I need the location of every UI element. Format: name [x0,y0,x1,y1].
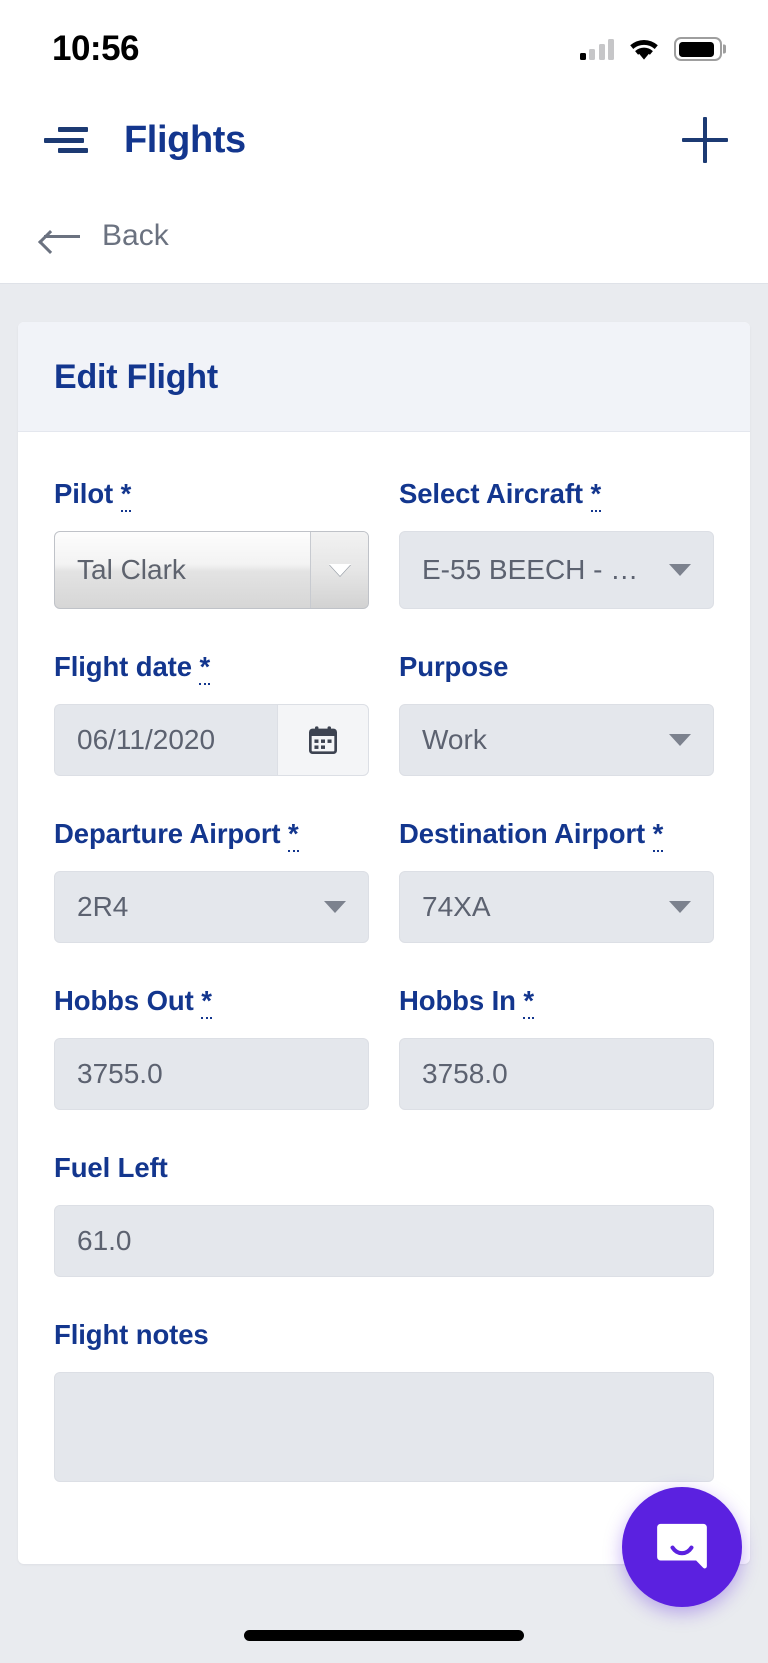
flight-date-control: 06/11/2020 [54,704,369,776]
fuel-left-input[interactable]: 61.0 [54,1205,714,1277]
purpose-label-text: Purpose [399,651,509,682]
field-group-departure-airport: Departure Airport * 2R4 [54,818,369,943]
field-group-hobbs-in: Hobbs In * 3758.0 [399,985,714,1110]
field-group-fuel-left: Fuel Left 61.0 [54,1152,714,1277]
cellular-signal-icon [579,38,614,60]
card-title: Edit Flight [54,358,218,396]
chevron-down-icon [669,734,691,746]
chat-launcher-button[interactable] [622,1487,742,1607]
pilot-select[interactable]: Tal Clark [54,531,369,609]
departure-airport-select[interactable]: 2R4 [54,871,369,943]
status-bar-icons [579,37,722,62]
hobbs-in-required-marker: * [523,985,534,1019]
aircraft-label-text: Select Aircraft [399,478,583,509]
fuel-left-label: Fuel Left [54,1152,714,1184]
field-group-hobbs-out: Hobbs Out * 3755.0 [54,985,369,1110]
form-row-fuel-left: Fuel Left 61.0 [54,1152,714,1277]
destination-airport-required-marker: * [652,818,663,852]
form-row-flight-notes: Flight notes [54,1319,714,1482]
home-indicator [244,1630,524,1641]
calendar-picker-button[interactable] [277,704,369,776]
departure-airport-required-marker: * [288,818,299,852]
fuel-left-label-text: Fuel Left [54,1152,168,1183]
destination-airport-select[interactable]: 74XA [399,871,714,943]
app-screen: 10:56 Flights Back Edit Flight Pilot * T… [0,0,768,1663]
edit-flight-form: Pilot * Tal Clark Select Aircraft * E-55… [18,432,750,1564]
hobbs-in-input[interactable]: 3758.0 [399,1038,714,1110]
hobbs-out-label: Hobbs Out * [54,985,369,1019]
hobbs-out-input[interactable]: 3755.0 [54,1038,369,1110]
flight-date-label: Flight date * [54,651,369,685]
hamburger-menu-icon[interactable] [44,123,88,157]
form-row-hobbs: Hobbs Out * 3755.0 Hobbs In * 3758.0 [54,985,714,1110]
chevron-down-icon [669,901,691,913]
edit-flight-card: Edit Flight Pilot * Tal Clark Select Air… [18,322,750,1564]
page-title: Flights [124,118,246,161]
pilot-label: Pilot * [54,478,369,512]
page-content: Edit Flight Pilot * Tal Clark Select Air… [0,284,768,1564]
hobbs-in-label: Hobbs In * [399,985,714,1019]
back-button-label: Back [102,218,169,252]
battery-full-icon [674,37,722,61]
flight-date-input[interactable]: 06/11/2020 [54,704,277,776]
field-group-flight-date: Flight date * 06/11/2020 [54,651,369,776]
form-row-airports: Departure Airport * 2R4 Destination Airp… [54,818,714,943]
departure-airport-label-text: Departure Airport [54,818,281,849]
back-bar: Back [0,188,768,284]
status-bar-time: 10:56 [52,28,140,68]
hobbs-out-required-marker: * [201,985,212,1019]
field-group-aircraft: Select Aircraft * E-55 BEECH - N3... [399,478,714,609]
hobbs-out-label-text: Hobbs Out [54,985,194,1016]
aircraft-required-marker: * [590,478,601,512]
hobbs-in-value: 3758.0 [422,1058,508,1089]
chevron-down-icon [324,901,346,913]
hobbs-in-label-text: Hobbs In [399,985,516,1016]
fuel-left-value: 61.0 [77,1225,132,1256]
flight-notes-textarea[interactable] [54,1372,714,1482]
hobbs-out-value: 3755.0 [77,1058,163,1089]
chevron-down-icon [669,564,691,576]
chevron-down-icon [310,532,368,608]
field-group-pilot: Pilot * Tal Clark [54,478,369,609]
aircraft-label: Select Aircraft * [399,478,714,512]
field-group-purpose: Purpose Work [399,651,714,776]
pilot-select-value: Tal Clark [77,554,186,585]
back-button[interactable]: Back [44,219,169,253]
destination-airport-label-text: Destination Airport [399,818,646,849]
flight-notes-label-text: Flight notes [54,1319,209,1350]
aircraft-select[interactable]: E-55 BEECH - N3... [399,531,714,609]
departure-airport-label: Departure Airport * [54,818,369,852]
app-bar: Flights [0,92,768,188]
form-row-pilot-aircraft: Pilot * Tal Clark Select Aircraft * E-55… [54,478,714,609]
arrow-left-icon [44,227,80,245]
status-bar: 10:56 [0,0,768,92]
field-group-destination-airport: Destination Airport * 74XA [399,818,714,943]
card-header: Edit Flight [18,322,750,432]
purpose-label: Purpose [399,651,714,683]
purpose-select-value: Work [422,724,487,755]
aircraft-select-value: E-55 BEECH - N3... [422,554,653,585]
purpose-select[interactable]: Work [399,704,714,776]
destination-airport-value: 74XA [422,891,491,922]
calendar-icon [309,726,337,754]
intercom-chat-icon [657,1523,707,1569]
flight-date-label-text: Flight date [54,651,192,682]
pilot-required-marker: * [120,478,131,512]
flight-notes-label: Flight notes [54,1319,714,1351]
form-row-date-purpose: Flight date * 06/11/2020 Purpose Work [54,651,714,776]
wifi-icon [630,39,658,60]
flight-date-value: 06/11/2020 [77,724,216,755]
flight-date-required-marker: * [199,651,210,685]
departure-airport-value: 2R4 [77,891,129,922]
pilot-label-text: Pilot [54,478,114,509]
field-group-flight-notes: Flight notes [54,1319,714,1482]
plus-icon[interactable] [682,117,728,163]
destination-airport-label: Destination Airport * [399,818,714,852]
